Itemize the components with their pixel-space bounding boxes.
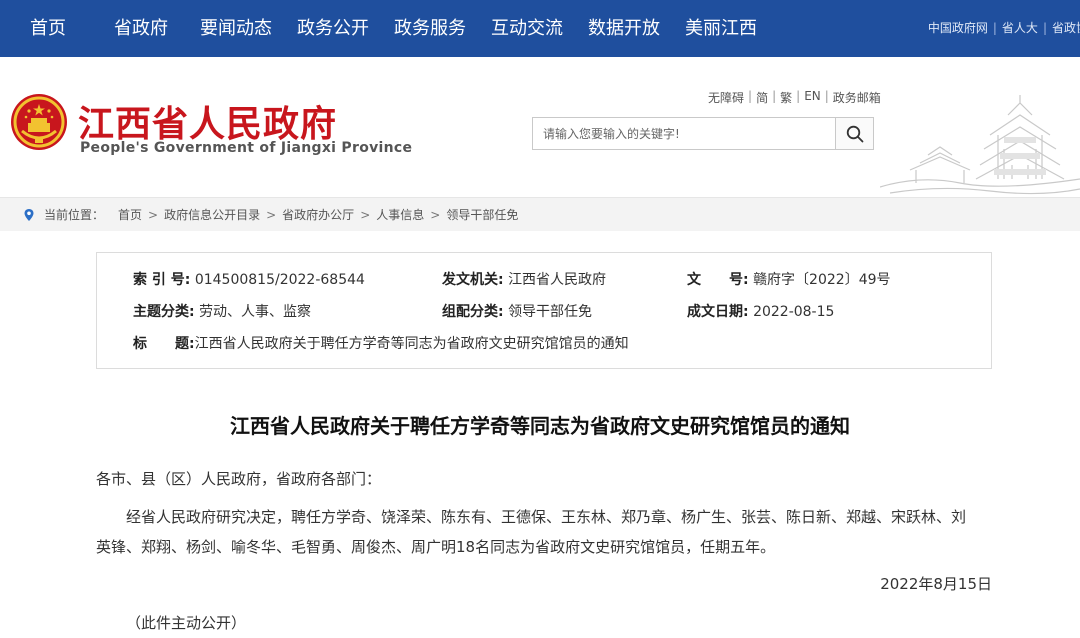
search-box <box>532 117 874 150</box>
article-body: 经省人民政府研究决定，聘任方学奇、饶泽荣、陈东有、王德保、王东林、郑乃章、杨广生… <box>96 508 967 556</box>
article-salutation: 各市、县（区）人民政府，省政府各部门： <box>96 470 382 488</box>
nav-item-gov-services[interactable]: 政务服务 <box>394 0 466 57</box>
divider: | <box>1042 21 1047 35</box>
nav-item-news[interactable]: 要闻动态 <box>200 0 272 57</box>
link-accessibility[interactable]: 无障碍 <box>708 89 744 106</box>
main-nav: 首页 省政府 要闻动态 政务公开 政务服务 互动交流 数据开放 美丽江西 <box>0 0 757 57</box>
metadata-index: 索 引 号: 014500815/2022-68544 <box>133 270 365 290</box>
index-value: 014500815/2022-68544 <box>194 272 365 288</box>
article-title: 江西省人民政府关于聘任方学奇等同志为省政府文史研究馆馆员的通知 <box>230 414 850 438</box>
nav-item-open-data[interactable]: 数据开放 <box>588 0 660 57</box>
metadata-document-number: 文 号: 赣府字〔2022〕49号 <box>687 270 891 290</box>
document-number-value: 赣府字〔2022〕49号 <box>753 272 891 288</box>
document-metadata-box: 索 引 号: 014500815/2022-68544 发文机关: 江西省人民政… <box>96 252 992 369</box>
metadata-issuer: 发文机关: 江西省人民政府 <box>442 270 606 290</box>
breadcrumb-home[interactable]: 首页 <box>118 206 142 223</box>
national-emblem-icon[interactable] <box>10 93 68 151</box>
tengwang-pavilion-illustration <box>880 95 1080 195</box>
date-value: 2022-08-15 <box>753 304 835 320</box>
link-traditional[interactable]: 繁 <box>780 89 792 106</box>
location-icon <box>24 208 34 221</box>
chevron-right-icon: > <box>266 207 277 222</box>
site-header: 江西省人民政府 People's Government of Jiangxi P… <box>0 57 1080 197</box>
nav-item-beautiful-jiangxi[interactable]: 美丽江西 <box>685 0 757 57</box>
breadcrumb-personnel-info[interactable]: 人事信息 <box>376 206 424 223</box>
metadata-title: 标 题:江西省人民政府关于聘任方学奇等同志为省政府文史研究馆馆员的通知 <box>133 334 629 354</box>
topic-value: 劳动、人事、监察 <box>199 304 312 320</box>
metadata-row: 标 题:江西省人民政府关于聘任方学奇等同志为省政府文史研究馆馆员的通知 <box>97 334 991 354</box>
chevron-right-icon: > <box>148 207 159 222</box>
article-disclosure-note: （此件主动公开） <box>126 614 247 632</box>
external-site-links: 中国政府网 | 省人大 | 省政协 <box>928 0 1080 57</box>
date-label: 成文日期: <box>687 304 749 320</box>
breadcrumb-label: 当前位置： <box>44 208 105 222</box>
metadata-date: 成文日期: 2022-08-15 <box>687 302 834 322</box>
title-label: 标 题: <box>133 336 195 352</box>
link-gov-mailbox[interactable]: 政务邮箱 <box>833 89 881 106</box>
metadata-category: 组配分类: 领导干部任免 <box>442 302 592 322</box>
divider: | <box>748 89 753 103</box>
breadcrumb: 当前位置： 首页 > 政府信息公开目录 > 省政府办公厅 > 人事信息 > 领导… <box>0 197 1080 231</box>
divider: | <box>772 89 777 103</box>
link-provincial-cppcc[interactable]: 省政协 <box>1052 0 1080 57</box>
metadata-topic: 主题分类: 劳动、人事、监察 <box>133 302 311 322</box>
link-english[interactable]: EN <box>804 89 821 106</box>
site-subtitle-english: People's Government of Jiangxi Province <box>80 140 413 156</box>
category-value: 领导干部任免 <box>508 304 593 320</box>
document-number-label: 文 号: <box>687 272 749 288</box>
search-icon <box>846 125 863 142</box>
topic-label: 主题分类: <box>133 304 195 320</box>
issuer-label: 发文机关: <box>442 272 504 288</box>
category-label: 组配分类: <box>442 304 504 320</box>
link-provincial-congress[interactable]: 省人大 <box>1002 0 1038 57</box>
search-input[interactable] <box>533 118 835 149</box>
link-china-gov[interactable]: 中国政府网 <box>928 0 988 57</box>
link-simplified[interactable]: 简 <box>756 89 768 106</box>
issuer-value: 江西省人民政府 <box>508 272 607 288</box>
search-button[interactable] <box>835 118 873 149</box>
article-date: 2022年8月15日 <box>880 575 992 593</box>
chevron-right-icon: > <box>430 207 441 222</box>
nav-item-interaction[interactable]: 互动交流 <box>491 0 563 57</box>
divider: | <box>824 89 829 103</box>
top-navigation-bar: 首页 省政府 要闻动态 政务公开 政务服务 互动交流 数据开放 美丽江西 中国政… <box>0 0 1080 57</box>
breadcrumb-appointments[interactable]: 领导干部任免 <box>446 206 518 223</box>
divider: | <box>992 21 997 35</box>
utility-links: 无障碍 | 简 | 繁 | EN | 政务邮箱 <box>708 89 881 106</box>
title-value: 江西省人民政府关于聘任方学奇等同志为省政府文史研究馆馆员的通知 <box>194 336 629 352</box>
metadata-row: 主题分类: 劳动、人事、监察 组配分类: 领导干部任免 成文日期: 2022-0… <box>97 302 991 322</box>
divider: | <box>796 89 801 103</box>
index-label: 索 引 号: <box>133 272 191 288</box>
nav-item-gov-disclosure[interactable]: 政务公开 <box>297 0 369 57</box>
nav-item-home[interactable]: 首页 <box>0 0 96 57</box>
breadcrumb-general-office[interactable]: 省政府办公厅 <box>282 206 354 223</box>
nav-item-provincial-government[interactable]: 省政府 <box>114 0 168 57</box>
breadcrumb-info-directory[interactable]: 政府信息公开目录 <box>164 206 260 223</box>
chevron-right-icon: > <box>360 207 371 222</box>
metadata-row: 索 引 号: 014500815/2022-68544 发文机关: 江西省人民政… <box>97 270 991 290</box>
